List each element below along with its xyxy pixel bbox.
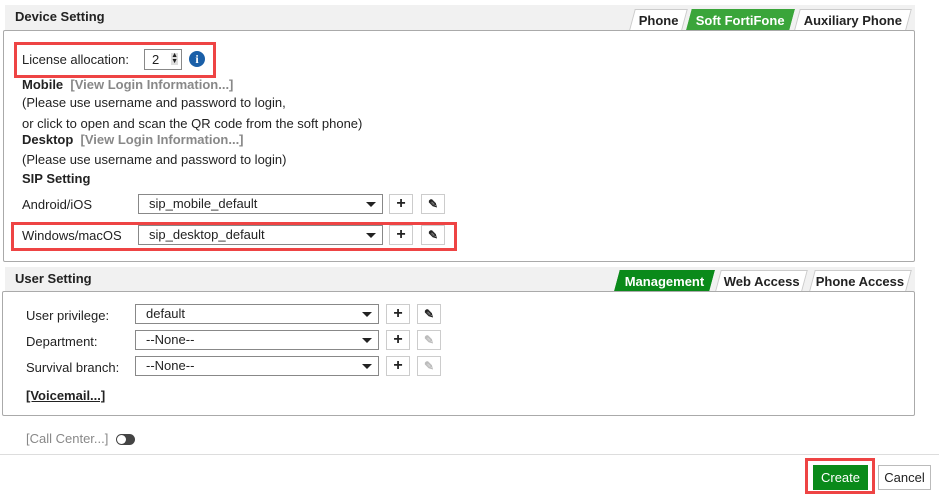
survival-add-button[interactable]: + bbox=[386, 356, 410, 376]
mobile-note-2: or click to open and scan the QR code fr… bbox=[22, 116, 363, 131]
windows-label: Windows/macOS bbox=[22, 228, 122, 243]
department-select[interactable]: --None-- bbox=[135, 330, 379, 350]
windows-sip-select[interactable]: sip_desktop_default bbox=[138, 225, 383, 245]
tab-phone-access[interactable]: Phone Access bbox=[809, 270, 912, 291]
tab-phone[interactable]: Phone bbox=[629, 9, 688, 30]
mobile-note-1: (Please use username and password to log… bbox=[22, 95, 286, 110]
sip-setting-title: SIP Setting bbox=[22, 171, 91, 186]
device-setting-title: Device Setting bbox=[15, 9, 105, 24]
divider bbox=[0, 454, 939, 455]
tab-management[interactable]: Management bbox=[614, 270, 715, 291]
tab-auxiliary-phone[interactable]: Auxiliary Phone bbox=[794, 9, 912, 30]
department-label: Department: bbox=[26, 334, 98, 349]
info-icon[interactable]: i bbox=[189, 51, 205, 67]
desktop-view-login-link[interactable]: [View Login Information...] bbox=[81, 132, 244, 147]
privilege-add-button[interactable]: + bbox=[386, 304, 410, 324]
survival-label: Survival branch: bbox=[26, 360, 120, 375]
license-stepper[interactable]: 2 ▲ ▼ bbox=[144, 49, 182, 70]
license-label: License allocation: bbox=[22, 52, 129, 67]
desktop-note: (Please use username and password to log… bbox=[22, 152, 287, 167]
privilege-select[interactable]: default bbox=[135, 304, 379, 324]
android-add-button[interactable]: + bbox=[389, 194, 413, 214]
privilege-label: User privilege: bbox=[26, 308, 110, 323]
department-add-button[interactable]: + bbox=[386, 330, 410, 350]
user-setting-title: User Setting bbox=[15, 271, 92, 286]
create-button[interactable]: Create bbox=[813, 465, 868, 490]
call-center-link[interactable]: [Call Center...] bbox=[26, 431, 108, 446]
windows-edit-button[interactable]: ✎ bbox=[421, 225, 445, 245]
privilege-edit-button[interactable]: ✎ bbox=[417, 304, 441, 324]
desktop-label: Desktop bbox=[22, 132, 74, 147]
department-edit-button: ✎ bbox=[417, 330, 441, 350]
survival-edit-button: ✎ bbox=[417, 356, 441, 376]
mobile-label: Mobile bbox=[22, 77, 64, 92]
survival-select[interactable]: --None-- bbox=[135, 356, 379, 376]
android-sip-select[interactable]: sip_mobile_default bbox=[138, 194, 383, 214]
tab-web-access[interactable]: Web Access bbox=[715, 270, 808, 291]
call-center-toggle[interactable] bbox=[116, 434, 135, 445]
tab-soft-fortifone[interactable]: Soft FortiFone bbox=[686, 9, 795, 30]
windows-add-button[interactable]: + bbox=[389, 225, 413, 245]
mobile-view-login-link[interactable]: [View Login Information...] bbox=[70, 77, 233, 92]
android-edit-button[interactable]: ✎ bbox=[421, 194, 445, 214]
spinner-icon[interactable]: ▲ ▼ bbox=[171, 52, 178, 65]
voicemail-link[interactable]: [Voicemail...] bbox=[26, 388, 105, 403]
android-label: Android/iOS bbox=[22, 197, 93, 212]
cancel-button[interactable]: Cancel bbox=[878, 465, 931, 490]
